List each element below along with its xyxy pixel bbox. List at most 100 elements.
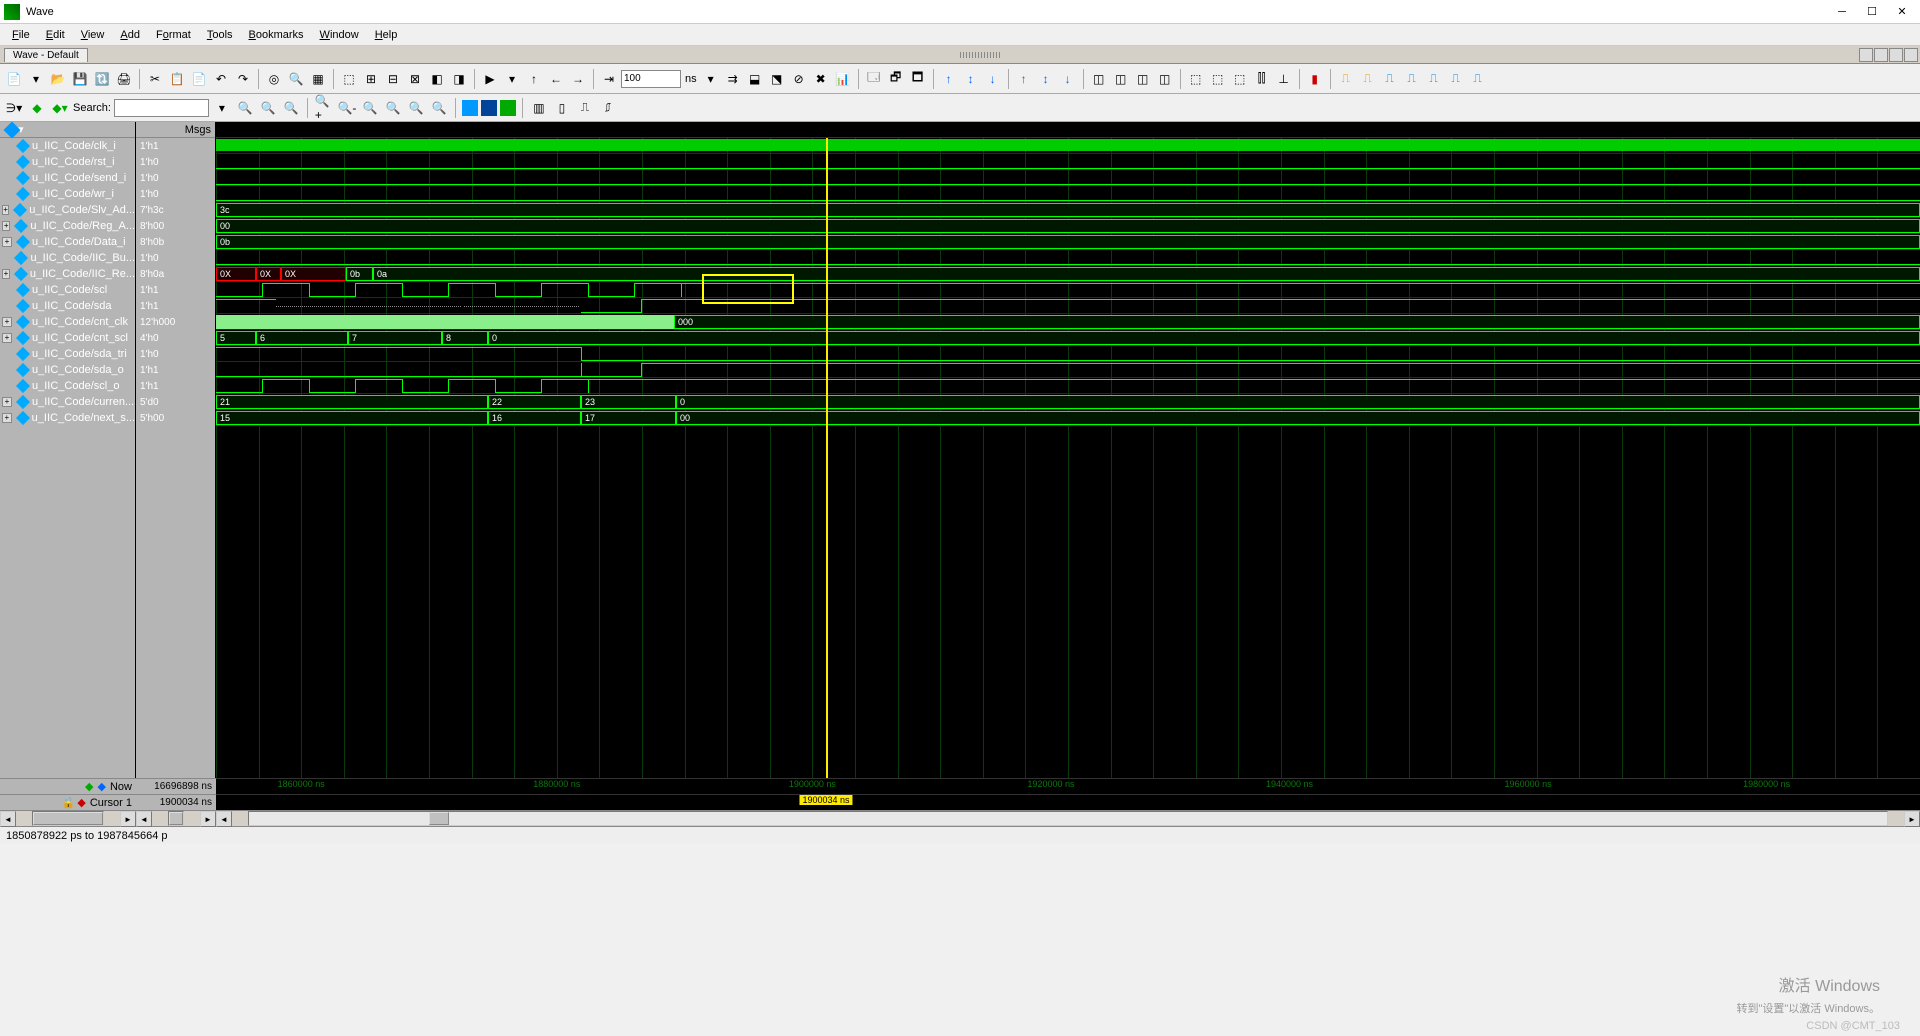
- wave-canvas[interactable]: 3c000b0X0X0X0b0a0a0005678021222301516170…: [216, 138, 1920, 778]
- grp-c[interactable]: ◫: [1133, 69, 1153, 89]
- right-arrow-icon[interactable]: →: [568, 69, 588, 89]
- tb-h[interactable]: ⬔: [767, 69, 787, 89]
- tb-a[interactable]: ⬚: [339, 69, 359, 89]
- cursor-tag[interactable]: 1900034 ns: [800, 795, 853, 805]
- signal-row[interactable]: u_IIC_Code/scl_o: [0, 378, 135, 394]
- signal-row[interactable]: +u_IIC_Code/cnt_scl: [0, 330, 135, 346]
- find-button[interactable]: 🔍: [286, 69, 306, 89]
- search-input[interactable]: [114, 99, 209, 117]
- signal-row[interactable]: u_IIC_Code/wr_i: [0, 186, 135, 202]
- target-icon[interactable]: ◎: [264, 69, 284, 89]
- search-prev-icon[interactable]: 🔍: [281, 98, 301, 118]
- wave-row[interactable]: [216, 298, 1920, 314]
- edge-button[interactable]: ⊥: [1274, 69, 1294, 89]
- signal-row[interactable]: u_IIC_Code/clk_i: [0, 138, 135, 154]
- cursor-scale[interactable]: 1900034 ns: [216, 794, 1920, 810]
- run-drop[interactable]: ▾: [502, 69, 522, 89]
- signal-row[interactable]: +u_IIC_Code/Slv_Ad...: [0, 202, 135, 218]
- sig-scroll-left[interactable]: ◄: [0, 811, 16, 827]
- menu-add[interactable]: Add: [112, 27, 148, 43]
- wave-row[interactable]: [216, 346, 1920, 362]
- tb-i[interactable]: 📊: [833, 69, 853, 89]
- menu-edit[interactable]: Edit: [38, 27, 73, 43]
- expand-icon[interactable]: +: [2, 205, 9, 215]
- run-all-button[interactable]: ⇉: [723, 69, 743, 89]
- signal-row[interactable]: +u_IIC_Code/cnt_clk: [0, 314, 135, 330]
- wave-f[interactable]: ⎍: [1446, 69, 1466, 89]
- wave-row[interactable]: [216, 250, 1920, 266]
- tb-f[interactable]: ◨: [449, 69, 469, 89]
- expand-icon[interactable]: +: [2, 269, 10, 279]
- zoom-other-button[interactable]: 🔍: [429, 98, 449, 118]
- cursor-mode-button[interactable]: ⫿⫿: [1252, 69, 1272, 89]
- wave-scroll-thumb[interactable]: [429, 812, 449, 825]
- wave-row[interactable]: 000: [216, 314, 1920, 330]
- wave-row[interactable]: 0b: [216, 234, 1920, 250]
- time-drop[interactable]: ▾: [701, 69, 721, 89]
- save-button[interactable]: 💾: [70, 69, 90, 89]
- stop-button[interactable]: ✖: [811, 69, 831, 89]
- search-find-icon[interactable]: 🔍: [235, 98, 255, 118]
- tb-d[interactable]: ⊠: [405, 69, 425, 89]
- menu-tools[interactable]: Tools: [199, 27, 241, 43]
- tab-icon-2[interactable]: [1874, 48, 1888, 62]
- redo-button[interactable]: ↷: [233, 69, 253, 89]
- signal-row[interactable]: u_IIC_Code/sda_tri: [0, 346, 135, 362]
- sig-scroll-right[interactable]: ►: [120, 811, 136, 827]
- cursor-up-icon[interactable]: ↑: [939, 69, 959, 89]
- wave-tab[interactable]: Wave - Default: [4, 48, 88, 62]
- menu-view[interactable]: View: [73, 27, 113, 43]
- expand-icon[interactable]: +: [2, 221, 10, 231]
- expand-icon[interactable]: +: [2, 317, 12, 327]
- measure-button[interactable]: ⬚: [1230, 69, 1250, 89]
- signal-row[interactable]: +u_IIC_Code/curren...: [0, 394, 135, 410]
- tb-e[interactable]: ◧: [427, 69, 447, 89]
- tb-k[interactable]: 🗗: [886, 69, 906, 89]
- wave-a[interactable]: ⎍: [1336, 69, 1356, 89]
- search-drop[interactable]: ▾: [212, 98, 232, 118]
- wave-g[interactable]: ⎍: [1468, 69, 1488, 89]
- wave-row[interactable]: [216, 282, 1920, 298]
- grp-d[interactable]: ◫: [1155, 69, 1175, 89]
- grp-b[interactable]: ◫: [1111, 69, 1131, 89]
- signal-row[interactable]: +u_IIC_Code/next_s...: [0, 410, 135, 426]
- zoom-range-button[interactable]: 🔍: [406, 98, 426, 118]
- tb-l[interactable]: 🗖: [908, 69, 928, 89]
- layout-a[interactable]: ▥: [529, 98, 549, 118]
- layout-c[interactable]: ⎍: [575, 98, 595, 118]
- close-button[interactable]: ✕: [1888, 2, 1916, 22]
- filter-button[interactable]: ▦: [308, 69, 328, 89]
- wave-row[interactable]: 0X0X0X0b0a0a: [216, 266, 1920, 282]
- expand-icon[interactable]: +: [2, 413, 12, 423]
- tab-icon-3[interactable]: [1889, 48, 1903, 62]
- expand-icon[interactable]: +: [2, 237, 12, 247]
- wave-scroll-left[interactable]: ◄: [216, 811, 232, 827]
- wave-d[interactable]: ⎍: [1402, 69, 1422, 89]
- signal-row[interactable]: u_IIC_Code/rst_i: [0, 154, 135, 170]
- print-button[interactable]: 🖨: [114, 69, 134, 89]
- zoom-cursor-button[interactable]: 🔍: [383, 98, 403, 118]
- wave-row[interactable]: [216, 362, 1920, 378]
- signal-row[interactable]: +u_IIC_Code/Data_i: [0, 234, 135, 250]
- wave-c[interactable]: ⎍: [1380, 69, 1400, 89]
- cursor-row-label[interactable]: 🔒 ◆ Cursor 1: [0, 794, 136, 810]
- menu-bookmarks[interactable]: Bookmarks: [241, 27, 312, 43]
- cursor-expand-icon[interactable]: ↕: [961, 69, 981, 89]
- signal-row[interactable]: u_IIC_Code/scl: [0, 282, 135, 298]
- wave-row[interactable]: [216, 186, 1920, 202]
- step-button[interactable]: ⇥: [599, 69, 619, 89]
- signal-row[interactable]: u_IIC_Code/sda_o: [0, 362, 135, 378]
- copy-button[interactable]: 📋: [167, 69, 187, 89]
- select-button[interactable]: ⬚: [1186, 69, 1206, 89]
- timescale[interactable]: 1860000 ns1880000 ns1900000 ns1920000 ns…: [216, 778, 1920, 794]
- break-button[interactable]: ⊘: [789, 69, 809, 89]
- up-arrow-icon[interactable]: ↑: [524, 69, 544, 89]
- cursor-value[interactable]: 1900034 ns: [136, 794, 216, 810]
- bookmark-button[interactable]: ▮: [1305, 69, 1325, 89]
- cursor-down-icon[interactable]: ↓: [983, 69, 1003, 89]
- tb-b[interactable]: ⊞: [361, 69, 381, 89]
- expand-icon[interactable]: +: [2, 397, 12, 407]
- cut-button[interactable]: ✂: [145, 69, 165, 89]
- val-scroll-right[interactable]: ►: [200, 811, 216, 827]
- expand-icon[interactable]: +: [2, 333, 12, 343]
